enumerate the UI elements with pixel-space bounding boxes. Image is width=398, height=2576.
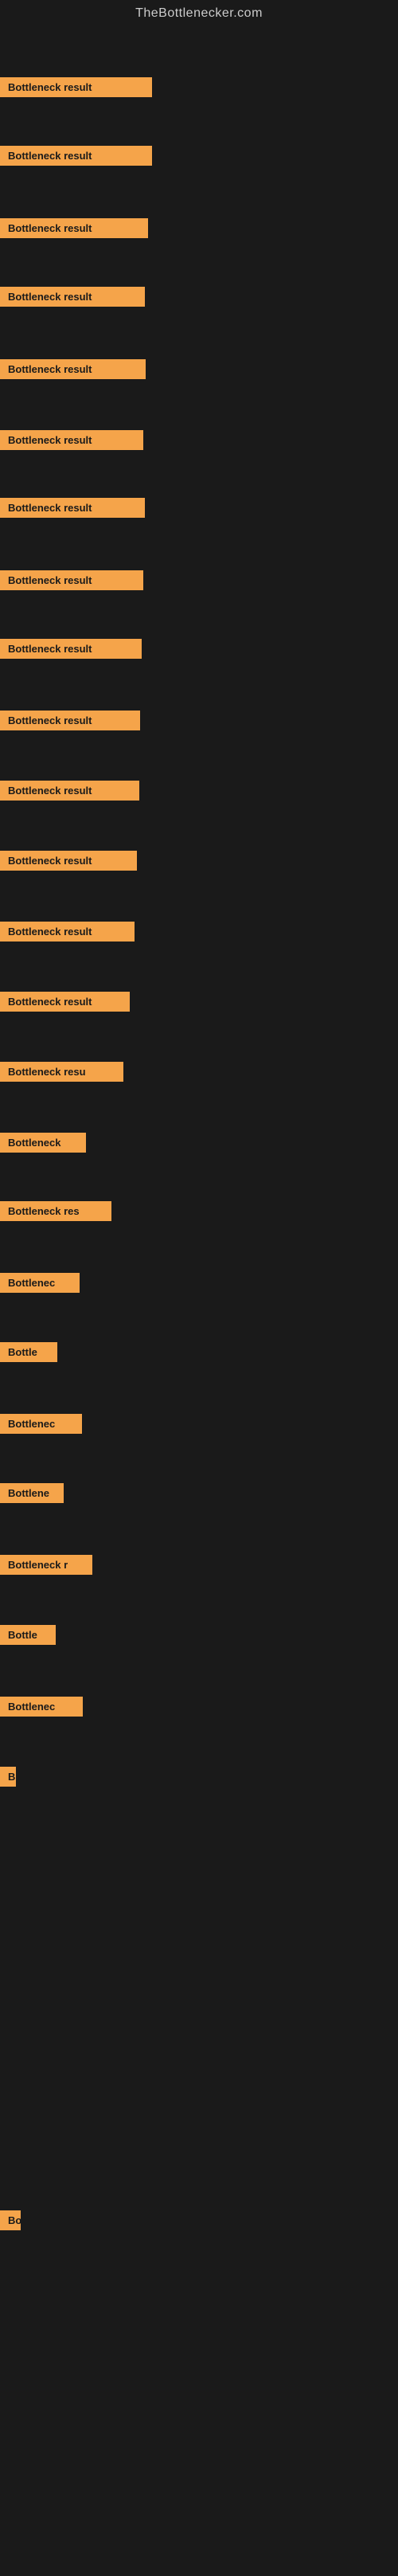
- bottleneck-badge-21: Bottlene: [0, 1483, 64, 1503]
- bottleneck-item-16[interactable]: Bottleneck: [0, 1128, 86, 1157]
- bottleneck-item-5[interactable]: Bottleneck result: [0, 354, 146, 383]
- bottleneck-item-13[interactable]: Bottleneck result: [0, 917, 135, 945]
- bottleneck-badge-3: Bottleneck result: [0, 218, 148, 238]
- bottleneck-badge-13: Bottleneck result: [0, 922, 135, 942]
- bottleneck-item-10[interactable]: Bottleneck result: [0, 706, 140, 734]
- bottleneck-item-19[interactable]: Bottle: [0, 1337, 57, 1366]
- bottleneck-item-4[interactable]: Bottleneck result: [0, 282, 145, 311]
- bottleneck-badge-18: Bottlenec: [0, 1273, 80, 1293]
- bottleneck-badge-1: Bottleneck result: [0, 77, 152, 97]
- bottleneck-item-3[interactable]: Bottleneck result: [0, 213, 148, 242]
- bottleneck-badge-10: Bottleneck result: [0, 711, 140, 730]
- bottleneck-item-22[interactable]: Bottleneck r: [0, 1550, 92, 1579]
- bottleneck-item-17[interactable]: Bottleneck res: [0, 1196, 111, 1225]
- bottleneck-badge-4: Bottleneck result: [0, 287, 145, 307]
- bottleneck-badge-6: Bottleneck result: [0, 430, 143, 450]
- bottleneck-badge-2: Bottleneck result: [0, 146, 152, 166]
- bottleneck-badge-5: Bottleneck result: [0, 359, 146, 379]
- bottleneck-badge-8: Bottleneck result: [0, 570, 143, 590]
- bottleneck-badge-23: Bottle: [0, 1625, 56, 1645]
- bottleneck-item-9[interactable]: Bottleneck result: [0, 634, 142, 663]
- bottleneck-badge-22: Bottleneck r: [0, 1555, 92, 1575]
- bottleneck-item-1[interactable]: Bottleneck result: [0, 72, 152, 101]
- bottleneck-item-14[interactable]: Bottleneck result: [0, 987, 130, 1016]
- site-title: TheBottlenecker.com: [0, 0, 398, 27]
- bottleneck-badge-15: Bottleneck resu: [0, 1062, 123, 1082]
- bottleneck-item-23[interactable]: Bottle: [0, 1620, 56, 1649]
- bottleneck-item-15[interactable]: Bottleneck resu: [0, 1057, 123, 1086]
- bottleneck-item-21[interactable]: Bottlene: [0, 1478, 64, 1507]
- bottleneck-badge-14: Bottleneck result: [0, 992, 130, 1012]
- bottleneck-item-20[interactable]: Bottlenec: [0, 1409, 82, 1438]
- bottleneck-badge-7: Bottleneck result: [0, 498, 145, 518]
- bottleneck-badge-24: Bottlenec: [0, 1697, 83, 1717]
- bottleneck-item-8[interactable]: Bottleneck result: [0, 566, 143, 594]
- bottleneck-badge-25: B: [0, 1767, 16, 1787]
- bottleneck-badge-19: Bottle: [0, 1342, 57, 1362]
- bottleneck-item-25[interactable]: B: [0, 1762, 16, 1791]
- bottleneck-item-11[interactable]: Bottleneck result: [0, 776, 139, 805]
- bottleneck-item-6[interactable]: Bottleneck result: [0, 425, 143, 454]
- bottleneck-badge-12: Bottleneck result: [0, 851, 137, 871]
- bottleneck-item-18[interactable]: Bottlenec: [0, 1268, 80, 1297]
- bottleneck-item-24[interactable]: Bottlenec: [0, 1692, 83, 1721]
- bottleneck-badge-26: Bo: [0, 2210, 21, 2230]
- bottleneck-item-7[interactable]: Bottleneck result: [0, 493, 145, 522]
- bottleneck-item-2[interactable]: Bottleneck result: [0, 141, 152, 170]
- bottleneck-badge-17: Bottleneck res: [0, 1201, 111, 1221]
- bottleneck-item-26[interactable]: Bo: [0, 2206, 21, 2234]
- bottleneck-badge-16: Bottleneck: [0, 1133, 86, 1153]
- bottleneck-badge-20: Bottlenec: [0, 1414, 82, 1434]
- bottleneck-item-12[interactable]: Bottleneck result: [0, 846, 137, 875]
- bottleneck-badge-9: Bottleneck result: [0, 639, 142, 659]
- bottleneck-badge-11: Bottleneck result: [0, 781, 139, 801]
